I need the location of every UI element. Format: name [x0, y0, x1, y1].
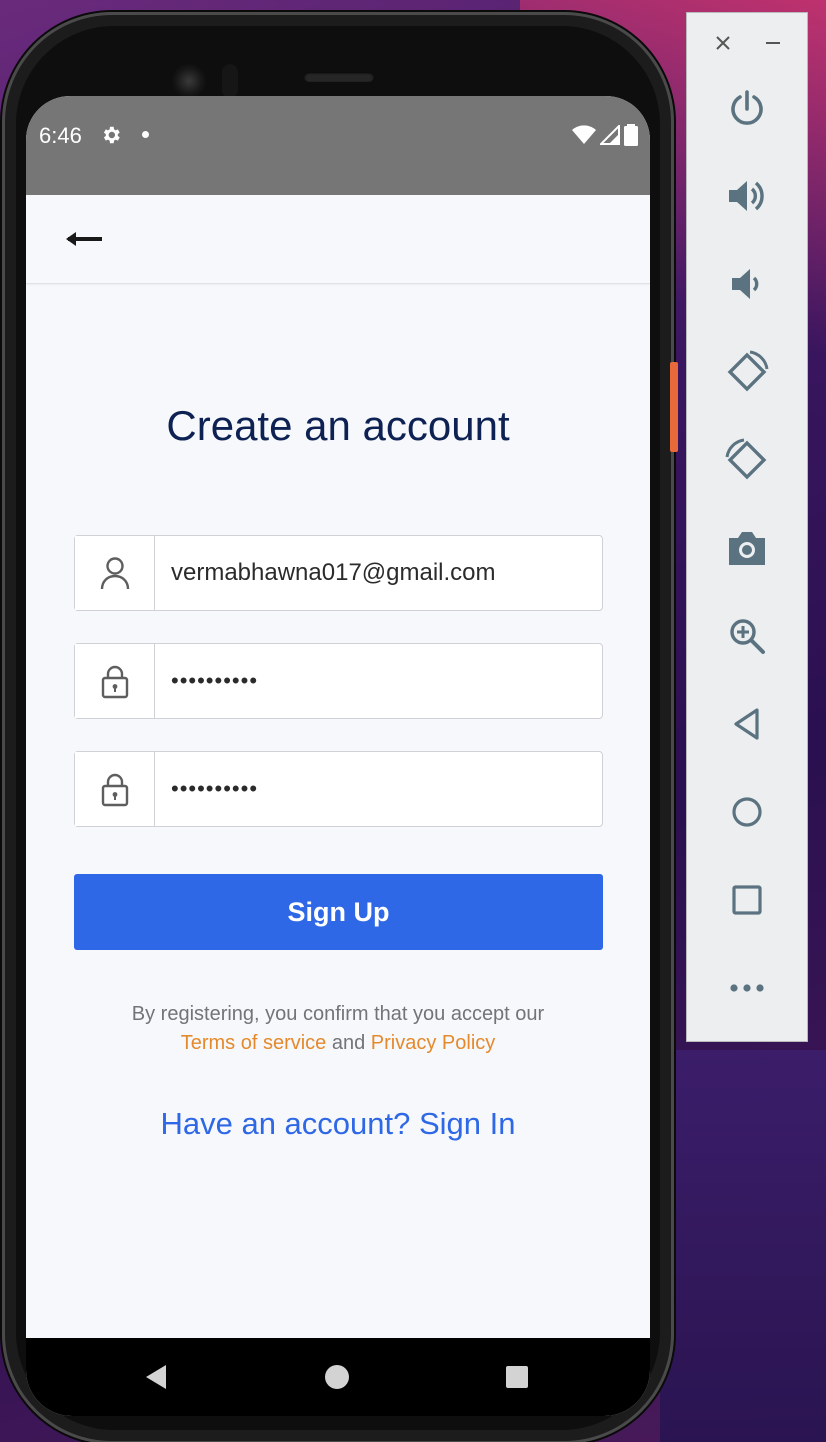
cell-signal-icon: [600, 125, 620, 145]
phone-screen: 6:46 Create an account vermabhawna017@gm…: [26, 96, 650, 1416]
page-title: Create an account: [166, 402, 510, 449]
legal-notice: By registering, you confirm that you acc…: [26, 1000, 650, 1058]
emulator-home-button[interactable]: [724, 789, 770, 835]
nav-back-icon[interactable]: [144, 1364, 168, 1390]
minimize-icon[interactable]: [761, 31, 785, 55]
battery-icon: [624, 124, 638, 146]
power-button[interactable]: [724, 85, 770, 131]
overview-icon: [732, 885, 762, 915]
close-icon[interactable]: [711, 31, 735, 55]
rotate-left-icon: [727, 350, 769, 392]
volume-up-button[interactable]: [724, 173, 770, 219]
camera-icon: [729, 532, 765, 565]
legal-conjunction: and: [331, 1032, 366, 1054]
screenshot-button[interactable]: [724, 525, 770, 571]
zoom-button[interactable]: [724, 613, 770, 659]
home-icon: [732, 797, 762, 827]
lock-icon: [75, 752, 155, 826]
rotate-left-button[interactable]: [724, 349, 770, 395]
navigation-bar: [26, 1338, 650, 1416]
phone-side-button[interactable]: [670, 362, 678, 452]
nav-home-icon[interactable]: [325, 1365, 349, 1389]
email-field[interactable]: [74, 535, 603, 611]
volume-down-button[interactable]: [724, 261, 770, 307]
more-icon: [730, 984, 764, 992]
emulator-toolbar-header: [687, 31, 809, 55]
wifi-icon: [572, 125, 596, 144]
privacy-policy-link[interactable]: Privacy Policy: [371, 1032, 495, 1054]
volume-up-icon: [729, 181, 764, 211]
power-icon: [731, 90, 763, 125]
more-options-button[interactable]: [724, 965, 770, 1011]
confirm-password-input[interactable]: [155, 752, 602, 826]
confirm-password-field[interactable]: [74, 751, 603, 827]
status-time: 6:46: [39, 123, 82, 148]
app-bar: [26, 195, 650, 284]
front-camera: [172, 64, 206, 98]
password-input[interactable]: [155, 644, 602, 718]
emulator-toolbar: [686, 12, 808, 1042]
password-field[interactable]: [74, 643, 603, 719]
settings-gear-icon: [103, 126, 120, 144]
arrow-left-icon: [66, 232, 102, 246]
terms-of-service-link[interactable]: Terms of service: [181, 1032, 327, 1054]
zoom-icon: [730, 619, 765, 654]
status-bar: 6:46: [26, 96, 650, 195]
proximity-sensor: [222, 64, 238, 98]
legal-prefix: By registering, you confirm that you acc…: [131, 1003, 545, 1025]
rotate-right-icon: [725, 438, 767, 480]
legal-links-line: Terms of service and Privacy Policy: [26, 1029, 650, 1058]
rotate-right-button[interactable]: [724, 437, 770, 483]
sign-up-button[interactable]: Sign Up: [74, 874, 603, 950]
earpiece-speaker: [304, 72, 374, 82]
sign-in-link[interactable]: Have an account? Sign In: [26, 1106, 650, 1142]
back-button[interactable]: [62, 221, 110, 257]
nav-recents-icon[interactable]: [506, 1366, 528, 1388]
emulator-back-button[interactable]: [724, 701, 770, 747]
lock-icon: [75, 644, 155, 718]
status-indicators: [572, 124, 638, 146]
user-icon: [75, 536, 155, 610]
email-input[interactable]: [155, 536, 602, 610]
background-accent: [660, 1050, 826, 1442]
emulator-overview-button[interactable]: [724, 877, 770, 923]
notification-dot-icon: [142, 131, 149, 138]
back-icon: [734, 708, 759, 740]
volume-down-icon: [732, 269, 759, 299]
